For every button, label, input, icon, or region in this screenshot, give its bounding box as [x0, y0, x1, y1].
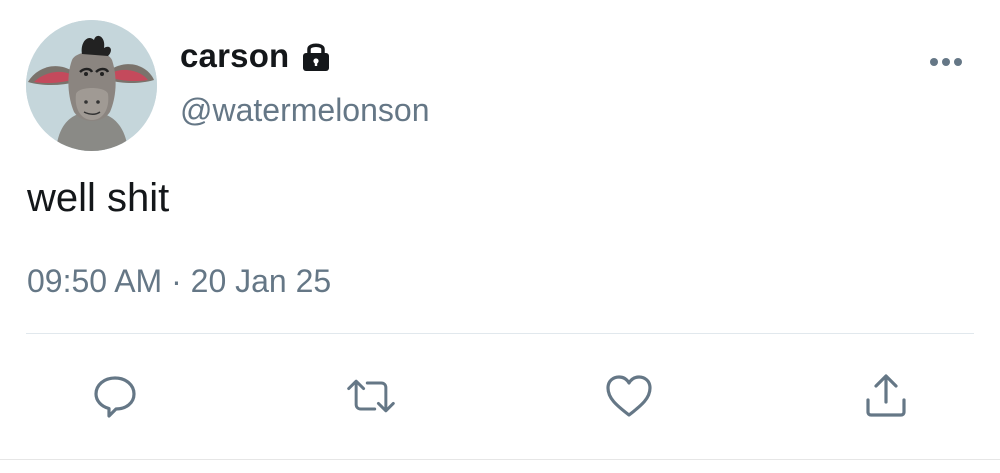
- tweet-card: carson @watermelonson well shit 09:50 AM…: [0, 0, 1000, 473]
- display-name[interactable]: carson: [180, 37, 289, 75]
- bottom-divider: [0, 459, 1000, 460]
- retweet-button[interactable]: [345, 370, 397, 422]
- tweet-text: well shit: [27, 176, 170, 220]
- more-options-icon[interactable]: [926, 50, 966, 74]
- tweet-timestamp[interactable]: 09:50 AM · 20 Jan 25: [27, 263, 331, 300]
- like-button[interactable]: [603, 370, 655, 422]
- reply-button[interactable]: [89, 370, 141, 422]
- display-name-row: carson: [180, 34, 333, 78]
- lock-icon: [299, 39, 333, 73]
- retweet-icon: [347, 379, 395, 413]
- avatar-image: [26, 20, 157, 151]
- share-button[interactable]: [860, 370, 912, 422]
- share-icon: [866, 374, 906, 417]
- user-handle[interactable]: @watermelonson: [180, 92, 429, 129]
- tweet-actions: [0, 370, 1000, 422]
- heart-icon: [606, 375, 652, 417]
- divider: [26, 333, 974, 334]
- avatar[interactable]: [26, 20, 157, 151]
- reply-icon: [94, 376, 136, 418]
